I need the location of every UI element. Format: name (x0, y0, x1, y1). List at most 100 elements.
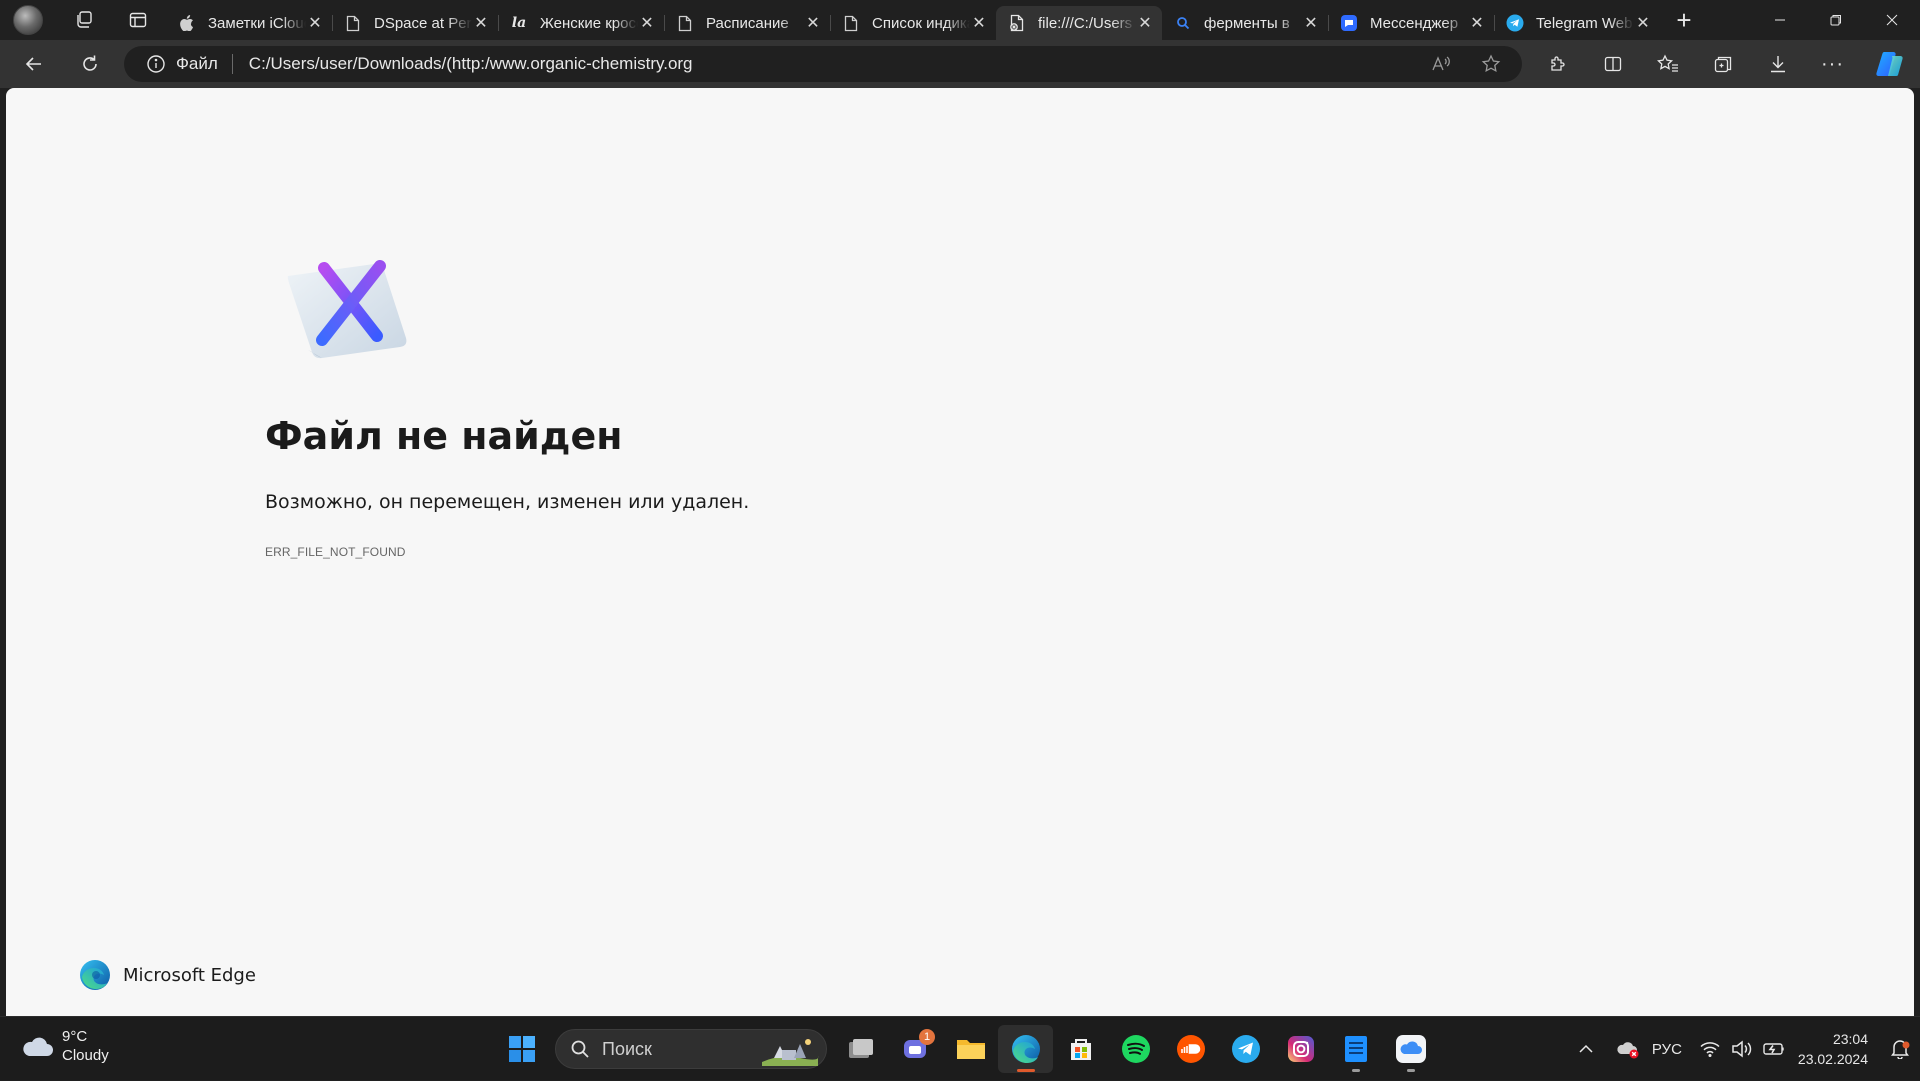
copilot-button[interactable] (1860, 40, 1920, 88)
notifications-button[interactable] (1880, 1029, 1920, 1069)
read-aloud-icon (1432, 56, 1450, 71)
tab-messenger[interactable]: Мессенджер ✕ (1328, 6, 1494, 40)
close-window-button[interactable] (1864, 0, 1920, 40)
file-not-found-illustration (287, 260, 407, 359)
more-dots-icon: ··· (1821, 52, 1844, 75)
edge-logo-icon (80, 960, 110, 990)
tab-title: Мессенджер (1370, 14, 1459, 32)
settings-more-button[interactable]: ··· (1805, 40, 1860, 88)
tab-strip: Заметки iCloud ✕ DSpace at Perm ✕ la Жен… (0, 0, 1920, 40)
clock[interactable]: 23:04 23.02.2024 (1798, 1029, 1868, 1069)
task-view-icon (848, 1039, 873, 1058)
tab-dspace[interactable]: DSpace at Perm ✕ (332, 6, 498, 40)
tab-search-enzymes[interactable]: ферменты в ✕ (1162, 6, 1328, 40)
wifi-icon (1700, 1042, 1720, 1057)
onedrive-error-icon (1617, 1042, 1639, 1059)
vertical-tabs-button[interactable] (118, 0, 158, 40)
close-tab-icon[interactable]: ✕ (306, 14, 324, 32)
info-icon[interactable] (146, 54, 166, 74)
notes-icon (1344, 1036, 1367, 1062)
tab-telegram[interactable]: Telegram Web ✕ (1494, 6, 1660, 40)
close-tab-icon[interactable]: ✕ (804, 14, 822, 32)
onedrive-error-button[interactable] (1612, 1029, 1644, 1069)
search-placeholder: Поиск (602, 1038, 652, 1059)
back-button[interactable] (12, 44, 56, 84)
tab-list: Заметки iCloud ✕ DSpace at Perm ✕ la Жен… (166, 0, 1660, 40)
running-indicator (1406, 1069, 1415, 1072)
new-tab-button[interactable]: + (1664, 0, 1704, 40)
taskbar-soundcloud[interactable] (1163, 1025, 1218, 1073)
taskbar-spotify[interactable] (1108, 1025, 1163, 1073)
collections-button[interactable] (1695, 40, 1750, 88)
close-tab-icon[interactable]: ✕ (1634, 14, 1652, 32)
notification-badge: 1 (919, 1029, 935, 1045)
tab-schedule[interactable]: Расписание ✕ (664, 6, 830, 40)
tab-title: Заметки iCloud (208, 14, 306, 32)
favorites-icon (1656, 54, 1678, 72)
taskbar-notes-app[interactable] (1328, 1025, 1383, 1073)
puzzle-icon (1550, 56, 1565, 71)
spotify-icon (1121, 1035, 1150, 1063)
battery-button[interactable] (1758, 1029, 1790, 1069)
minimize-icon (1775, 19, 1785, 21)
close-tab-icon[interactable]: ✕ (970, 14, 988, 32)
weather-condition: Cloudy (62, 1047, 109, 1064)
taskbar-icloud[interactable] (1383, 1025, 1438, 1073)
restore-button[interactable] (1808, 0, 1864, 40)
taskbar-telegram[interactable] (1218, 1025, 1273, 1073)
edge-branding: Microsoft Edge (79, 959, 256, 991)
taskbar-instagram[interactable] (1273, 1025, 1328, 1073)
close-tab-icon[interactable]: ✕ (472, 14, 490, 32)
weather-widget[interactable]: 9°C Cloudy (20, 1027, 109, 1065)
favorite-star-button[interactable] (1474, 47, 1508, 81)
extensions-button[interactable] (1530, 40, 1585, 88)
read-aloud-button[interactable] (1424, 47, 1458, 81)
store-icon (1070, 1039, 1091, 1060)
broken-file-icon (1008, 14, 1026, 32)
start-button[interactable] (494, 1025, 549, 1073)
close-tab-icon[interactable]: ✕ (1468, 14, 1486, 32)
windows-taskbar: 9°C Cloudy Поиск 1 РУС 23:04 23.02.2024 (0, 1016, 1920, 1080)
profile-button[interactable] (8, 0, 48, 40)
scheme-label: Файл (176, 54, 218, 73)
telegram-icon (1506, 14, 1524, 32)
url-text[interactable]: C:/Users/user/Downloads/(http:/www.organ… (249, 54, 693, 74)
show-hidden-icons-button[interactable] (1570, 1029, 1602, 1069)
running-indicator (1351, 1069, 1360, 1072)
close-tab-icon[interactable]: ✕ (638, 14, 656, 32)
edge-icon (1011, 1035, 1040, 1063)
input-language[interactable]: РУС (1652, 1041, 1682, 1058)
taskbar-microsoft-store[interactable] (1053, 1025, 1108, 1073)
battery-charging-icon (1763, 1043, 1784, 1055)
volume-button[interactable] (1726, 1029, 1758, 1069)
search-highlight-icon (762, 1039, 819, 1066)
split-screen-button[interactable] (1585, 40, 1640, 88)
speaker-icon (1732, 1040, 1752, 1058)
network-button[interactable] (1694, 1029, 1726, 1069)
tab-icloud-notes[interactable]: Заметки iCloud ✕ (166, 6, 332, 40)
avatar (13, 5, 43, 35)
star-icon (1481, 54, 1501, 73)
tab-file-active[interactable]: file:///C:/Users ✕ (996, 6, 1162, 40)
tab-title: Telegram Web (1536, 14, 1633, 32)
tab-title: ферменты в (1204, 14, 1290, 32)
taskbar-file-explorer[interactable] (943, 1025, 998, 1073)
tab-indicators[interactable]: Список индикаторов ✕ (830, 6, 996, 40)
taskbar-task-view[interactable] (833, 1025, 888, 1073)
minimize-button[interactable] (1752, 0, 1808, 40)
refresh-button[interactable] (68, 44, 112, 84)
close-tab-icon[interactable]: ✕ (1302, 14, 1320, 32)
taskbar-teams[interactable]: 1 (888, 1025, 943, 1073)
chat-icon (1340, 14, 1358, 32)
tab-title: file:///C:/Users (1038, 14, 1133, 32)
downloads-button[interactable] (1750, 40, 1805, 88)
tab-lamoda[interactable]: la Женские кроссовки ✕ (498, 6, 664, 40)
taskbar-search[interactable]: Поиск (555, 1029, 827, 1069)
address-bar[interactable]: Файл C:/Users/user/Downloads/(http:/www.… (124, 46, 1522, 82)
download-icon (1770, 56, 1785, 73)
taskbar-edge[interactable] (998, 1025, 1053, 1073)
soundcloud-icon (1176, 1035, 1205, 1063)
favorites-button[interactable] (1640, 40, 1695, 88)
close-tab-icon[interactable]: ✕ (1136, 14, 1154, 32)
workspaces-button[interactable] (64, 0, 104, 40)
